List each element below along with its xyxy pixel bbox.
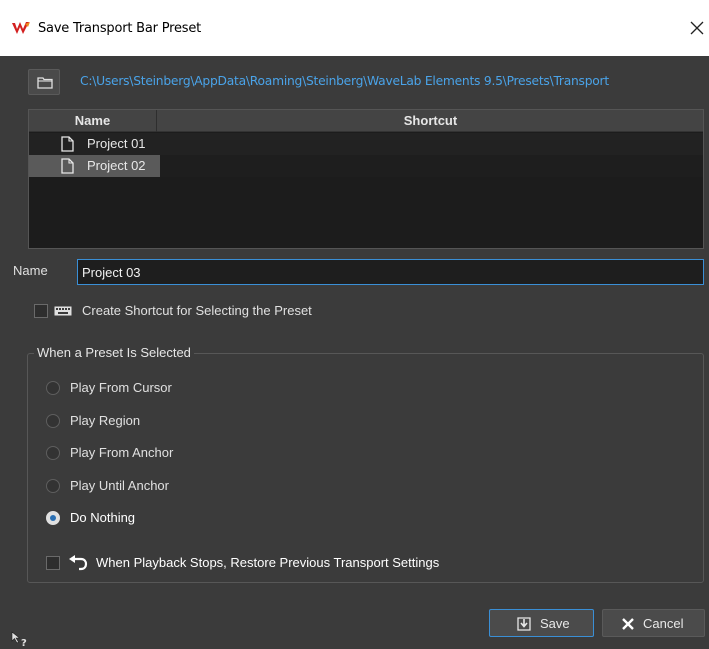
preset-table: Name Shortcut Project 01 Project 02 [28, 109, 704, 249]
wavelab-logo-icon [11, 18, 31, 38]
group-title: When a Preset Is Selected [34, 345, 194, 360]
preset-folder-path[interactable]: C:\Users\Steinberg\AppData\Roaming\Stein… [80, 74, 609, 88]
radio-play-from-anchor[interactable] [46, 446, 60, 460]
create-shortcut-checkbox[interactable] [34, 304, 48, 318]
browse-folder-button[interactable] [28, 69, 60, 95]
radio-play-region[interactable] [46, 414, 60, 428]
preset-name: Project 02 [87, 158, 146, 173]
radio-label-do-nothing[interactable]: Do Nothing [70, 510, 135, 525]
save-button[interactable]: Save [489, 609, 594, 637]
preset-name: Project 01 [87, 136, 146, 151]
radio-play-from-cursor[interactable] [46, 381, 60, 395]
restore-settings-label[interactable]: When Playback Stops, Restore Previous Tr… [96, 555, 439, 570]
window-title: Save Transport Bar Preset [38, 21, 202, 36]
help-cursor-icon[interactable]: ? [11, 631, 29, 647]
cancel-button[interactable]: Cancel [602, 609, 705, 637]
close-button[interactable] [685, 14, 709, 42]
cancel-button-label: Cancel [643, 616, 684, 631]
save-icon [517, 617, 531, 631]
folder-icon [37, 77, 53, 89]
name-cell: Project 01 [29, 133, 160, 155]
radio-label-play-from-anchor[interactable]: Play From Anchor [70, 445, 173, 460]
table-row[interactable]: Project 01 [29, 133, 703, 155]
name-label: Name [13, 263, 48, 278]
file-icon [61, 136, 74, 152]
radio-play-until-anchor[interactable] [46, 479, 60, 493]
title-bar: Save Transport Bar Preset [0, 0, 709, 56]
name-cell: Project 02 [29, 155, 160, 177]
close-icon [622, 618, 634, 630]
keyboard-icon [54, 306, 72, 316]
column-header-shortcut[interactable]: Shortcut [158, 110, 703, 132]
file-icon [61, 158, 74, 174]
svg-text:?: ? [21, 638, 27, 647]
radio-label-play-from-cursor[interactable]: Play From Cursor [70, 380, 172, 395]
table-row-selected[interactable]: Project 02 [29, 155, 703, 177]
create-shortcut-label[interactable]: Create Shortcut for Selecting the Preset [82, 303, 312, 318]
column-header-name[interactable]: Name [29, 110, 157, 132]
close-icon [690, 21, 704, 35]
radio-label-play-region[interactable]: Play Region [70, 413, 140, 428]
dialog-content: C:\Users\Steinberg\AppData\Roaming\Stein… [0, 56, 709, 649]
restore-settings-checkbox[interactable] [46, 556, 60, 570]
preset-name-input[interactable] [77, 259, 704, 285]
save-button-label: Save [540, 616, 570, 631]
radio-do-nothing[interactable] [46, 511, 60, 525]
radio-label-play-until-anchor[interactable]: Play Until Anchor [70, 478, 169, 493]
path-row: C:\Users\Steinberg\AppData\Roaming\Stein… [28, 69, 704, 95]
table-header: Name Shortcut [29, 110, 703, 132]
undo-icon [69, 555, 88, 571]
